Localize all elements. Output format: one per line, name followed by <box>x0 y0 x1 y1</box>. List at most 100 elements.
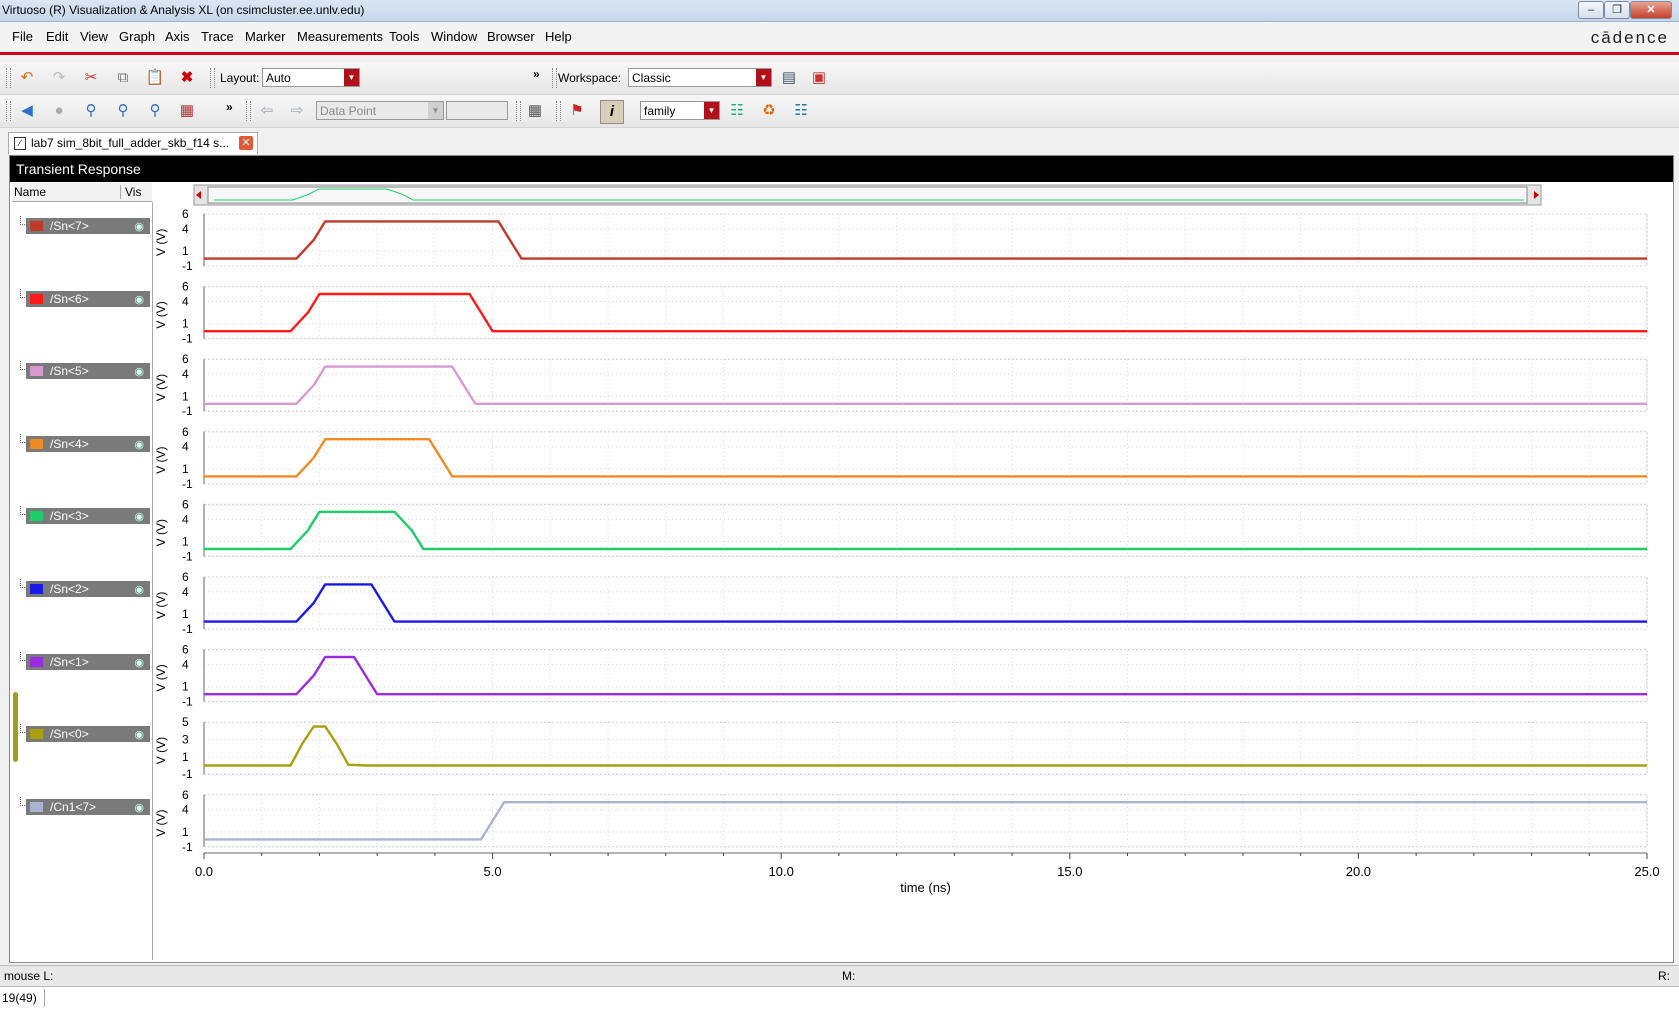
close-window-button[interactable]: ✕ <box>1630 1 1672 19</box>
y-tick-label: 3 <box>182 733 189 747</box>
toolbar-grip[interactable] <box>556 101 561 121</box>
zoom-out-icon[interactable]: ⚲ <box>144 100 166 122</box>
title-bar: Virtuoso (R) Visualization & Analysis XL… <box>0 0 1679 22</box>
y-tick-label: -1 <box>182 622 193 636</box>
back-icon[interactable]: ◀ <box>16 100 38 122</box>
y-tick-label: 4 <box>182 222 189 236</box>
waveform-chart[interactable]: 641-1V (V)641-1V (V)641-1V (V)641-1V (V)… <box>10 156 1673 962</box>
menu-file[interactable]: File <box>12 29 33 44</box>
zoom-box-icon[interactable]: ▦ <box>176 100 198 122</box>
y-tick-label: 1 <box>182 825 189 839</box>
y-tick-label: 4 <box>182 294 189 308</box>
divider <box>44 989 45 1007</box>
y-tick-label: -1 <box>182 259 193 273</box>
y-tick-label: 1 <box>182 389 189 403</box>
minimize-button[interactable]: – <box>1578 1 1604 19</box>
y-tick-label: 4 <box>182 440 189 454</box>
y-axis-label: V (V) <box>154 737 168 764</box>
family-select[interactable]: family ▼ <box>640 101 720 120</box>
y-tick-label: 4 <box>182 512 189 526</box>
toolbar-main: ↶ ↷ ✂ ⧉ 📋 ✖ Layout: Auto ▼ » Workspace: … <box>0 62 1679 95</box>
x-tick-label: 0.0 <box>195 864 213 879</box>
x-axis-label: time (ns) <box>900 880 951 895</box>
y-axis-label: V (V) <box>154 229 168 256</box>
plot-fit-icon[interactable]: ☷ <box>790 100 812 122</box>
y-tick-label: 1 <box>182 317 189 331</box>
cadence-logo: cādence <box>1590 28 1669 47</box>
workspace-delete-icon[interactable]: ▣ <box>808 67 830 89</box>
close-tab-icon[interactable]: ✕ <box>239 136 253 150</box>
y-tick-label: 4 <box>182 657 189 671</box>
y-tick-label: 6 <box>182 788 189 802</box>
menu-bar: File Edit View Graph Axis Trace Marker M… <box>0 22 1679 55</box>
menu-browser[interactable]: Browser <box>487 29 535 44</box>
menu-tools[interactable]: Tools <box>389 29 419 44</box>
workspace-select[interactable]: Classic ▼ <box>628 68 772 87</box>
menu-window[interactable]: Window <box>431 29 477 44</box>
menu-graph[interactable]: Graph <box>119 29 155 44</box>
info-icon[interactable]: i <box>600 100 624 124</box>
next-marker-icon[interactable]: ⇨ <box>286 100 308 122</box>
paste-icon[interactable]: 📋 <box>144 67 166 89</box>
chevron-down-icon: ▼ <box>344 69 359 86</box>
restore-button[interactable]: ❐ <box>1604 1 1630 19</box>
y-tick-label: 4 <box>182 367 189 381</box>
strip-4: 64 1-1 V (V) <box>154 497 1648 563</box>
marker-flag-icon[interactable]: ⚑ <box>566 100 588 122</box>
chevron-down-icon: ▼ <box>756 69 771 86</box>
zoom-in-icon[interactable]: ⚲ <box>112 100 134 122</box>
menu-marker[interactable]: Marker <box>245 29 285 44</box>
toolbar-grip[interactable] <box>246 101 251 121</box>
copy-icon[interactable]: ⧉ <box>112 67 134 89</box>
menu-trace[interactable]: Trace <box>201 29 234 44</box>
marker-value-input[interactable] <box>446 101 508 120</box>
calculator-icon[interactable]: ▦ <box>524 100 546 122</box>
y-tick-label: 1 <box>182 750 189 764</box>
layout-select[interactable]: Auto ▼ <box>262 68 360 87</box>
y-tick-label: 6 <box>182 352 189 366</box>
menu-view[interactable]: View <box>80 29 108 44</box>
y-tick-label: 1 <box>182 462 189 476</box>
prev-marker-icon[interactable]: ⇦ <box>256 100 278 122</box>
menu-edit[interactable]: Edit <box>46 29 68 44</box>
toolbar-grip[interactable] <box>516 101 521 121</box>
workspace-label: Workspace: <box>558 71 622 85</box>
undo-icon[interactable]: ↶ <box>16 67 38 89</box>
toolbar-overflow-button[interactable]: » <box>226 100 233 114</box>
strip-6: 64 1-1 V (V) <box>154 643 1648 709</box>
menu-help[interactable]: Help <box>545 29 572 44</box>
redo-icon[interactable]: ↷ <box>48 67 70 89</box>
toolbar-grip[interactable] <box>552 68 557 88</box>
zoom-fit-icon[interactable]: ⚲ <box>80 100 102 122</box>
mouse-middle-status: M: <box>842 969 856 983</box>
delete-icon[interactable]: ✖ <box>176 67 198 89</box>
plot-refresh-icon[interactable]: ♻ <box>758 100 780 122</box>
y-tick-label: 6 <box>182 570 189 584</box>
toolbar-grip[interactable] <box>6 68 11 88</box>
layout-value: Auto <box>266 71 291 85</box>
y-axis-label: V (V) <box>154 446 168 473</box>
y-tick-label: 6 <box>182 497 189 511</box>
strip-1: 64 1-1 V (V) <box>154 280 1648 346</box>
toolbar-grip[interactable] <box>210 68 215 88</box>
workspace-value: Classic <box>632 71 671 85</box>
command-counter: 19(49) <box>2 991 37 1005</box>
y-tick-label: -1 <box>182 549 193 563</box>
forward-icon[interactable]: ● <box>48 100 70 122</box>
y-axis-label: V (V) <box>154 374 168 401</box>
marker-type-select[interactable]: Data Point ▼ <box>316 101 444 120</box>
menu-measurements[interactable]: Measurements <box>297 29 383 44</box>
cut-icon[interactable]: ✂ <box>80 67 102 89</box>
menu-axis[interactable]: Axis <box>165 29 190 44</box>
y-tick-label: -1 <box>182 840 193 854</box>
toolbar-overflow-button[interactable]: » <box>533 67 540 81</box>
y-tick-label: -1 <box>182 767 193 781</box>
workspace-save-icon[interactable]: ▤ <box>778 67 800 89</box>
y-axis-label: V (V) <box>154 809 168 836</box>
plot-family-icon[interactable]: ☷ <box>726 100 748 122</box>
x-tick-label: 20.0 <box>1346 864 1371 879</box>
tab-plot-window[interactable]: ∕ lab7 sim_8bit_full_adder_skb_f14 s... … <box>8 132 258 154</box>
command-bar: 19(49) <box>0 986 1679 1010</box>
tab-label: lab7 sim_8bit_full_adder_skb_f14 s... <box>31 136 230 150</box>
toolbar-grip[interactable] <box>6 101 11 121</box>
